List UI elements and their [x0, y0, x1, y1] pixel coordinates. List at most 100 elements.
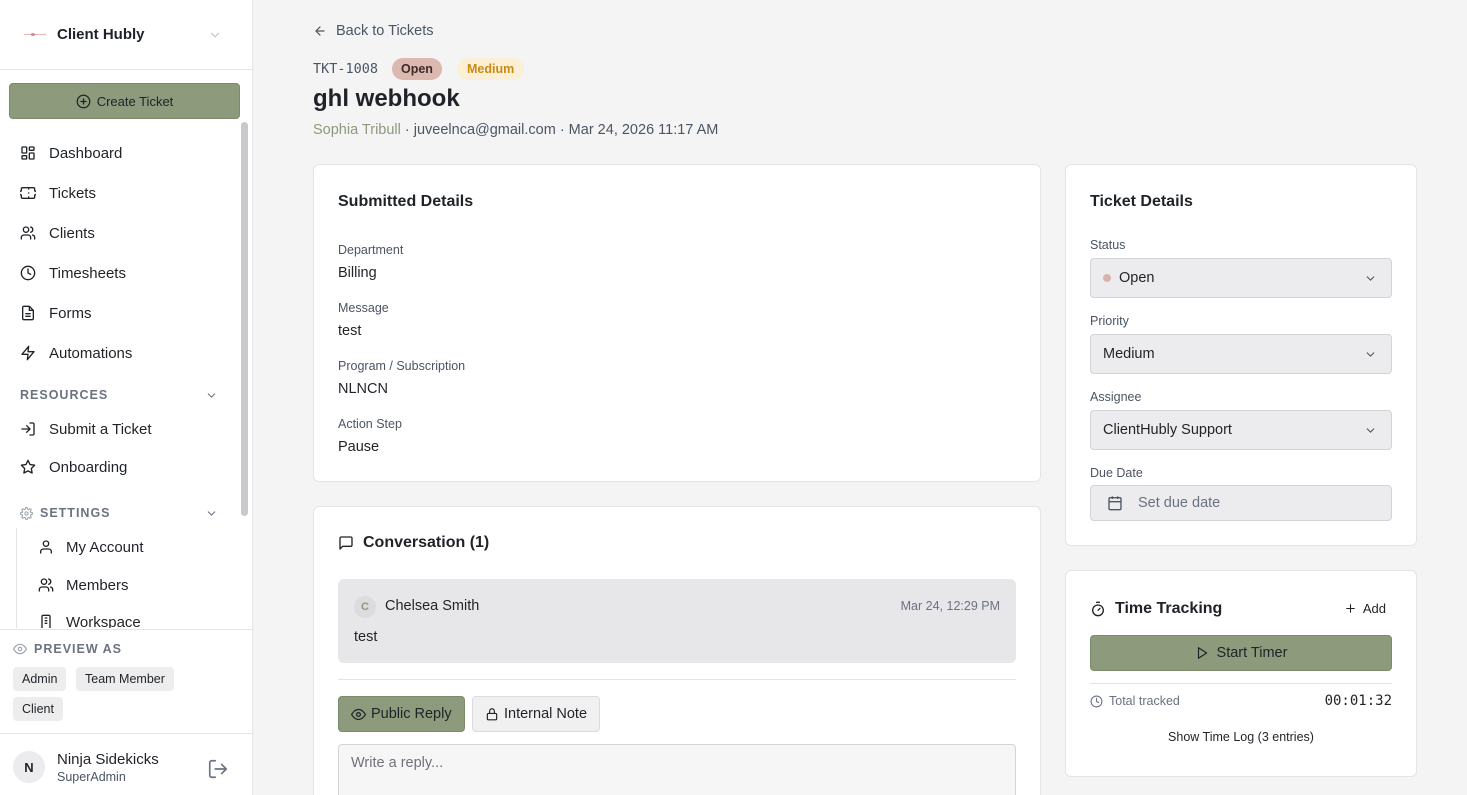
- tab-public-reply[interactable]: Public Reply: [338, 696, 465, 732]
- plus-circle-icon: [76, 94, 91, 108]
- due-date-picker[interactable]: Set due date: [1090, 485, 1392, 521]
- chevron-down-icon: [1366, 428, 1375, 433]
- sidebar-item-timesheets[interactable]: Timesheets: [10, 256, 232, 290]
- requester-name[interactable]: Sophia Tribull: [313, 122, 401, 138]
- conversation-message: C Chelsea Smith Mar 24, 12:29 PM test: [338, 579, 1016, 663]
- status-dot: [1103, 274, 1111, 282]
- preview-as-heading: PREVIEW AS: [13, 642, 122, 656]
- conversation-card: Conversation (1) C Chelsea Smith Mar 24,…: [313, 506, 1041, 795]
- time-tracking-card: Time Tracking Add Start Timer Total trac…: [1065, 570, 1417, 777]
- priority-badge: Medium: [457, 58, 525, 80]
- star-icon: [20, 459, 36, 474]
- priority-label: Priority: [1090, 314, 1129, 328]
- sidebar-item-automations[interactable]: Automations: [10, 336, 232, 370]
- sidebar-item-label: Submit a Ticket: [49, 420, 152, 438]
- message-square-icon: [339, 536, 353, 550]
- time-tracking-divider: [1090, 683, 1392, 684]
- message-value: test: [338, 323, 362, 339]
- sidebar: Client Hubly Create Ticket Dashboard Tic…: [0, 0, 253, 795]
- building-icon: [39, 614, 53, 628]
- avatar: C: [354, 596, 376, 618]
- back-to-tickets-label: Back to Tickets: [336, 23, 434, 39]
- assignee-select[interactable]: ClientHubly Support: [1090, 410, 1392, 450]
- gear-icon: [20, 506, 33, 520]
- sidebar-item-onboarding[interactable]: Onboarding: [10, 450, 232, 484]
- back-to-tickets-link[interactable]: Back to Tickets: [313, 23, 434, 39]
- action-step-value: Pause: [338, 439, 380, 455]
- chevron-down-icon: [210, 32, 220, 38]
- status-select[interactable]: Open: [1090, 258, 1392, 298]
- resources-section-label: RESOURCES: [20, 388, 109, 402]
- clock-icon: [20, 265, 36, 281]
- arrow-left-icon: [315, 26, 325, 36]
- settings-section-toggle[interactable]: SETTINGS: [20, 503, 218, 523]
- total-tracked-value: 00:01:32: [1324, 693, 1392, 709]
- department-label: Department: [338, 243, 404, 257]
- create-ticket-button[interactable]: Create Ticket: [9, 83, 240, 119]
- sidebar-item-label: My Account: [66, 538, 144, 556]
- sidebar-scrollbar[interactable]: [241, 122, 248, 516]
- clock-icon: [1090, 695, 1103, 707]
- preview-role-client[interactable]: Client: [13, 697, 63, 721]
- ticket-id: TKT-1008: [313, 61, 379, 77]
- start-timer-button[interactable]: Start Timer: [1090, 635, 1392, 671]
- message-timestamp: Mar 24, 12:29 PM: [900, 599, 1000, 613]
- preview-role-team-member[interactable]: Team Member: [76, 667, 174, 691]
- sidebar-item-clients[interactable]: Clients: [10, 216, 232, 250]
- ticket-details-card: Ticket Details Status Open Priority Medi…: [1065, 164, 1417, 546]
- priority-select[interactable]: Medium: [1090, 334, 1392, 374]
- start-timer-label: Start Timer: [1216, 645, 1288, 661]
- dashboard-icon: [21, 146, 35, 160]
- document-icon: [22, 305, 34, 321]
- show-time-log-button[interactable]: Show Time Log (3 entries): [1090, 730, 1392, 744]
- user-name: Ninja Sidekicks: [57, 751, 159, 768]
- status-label: Status: [1090, 238, 1126, 252]
- settings-tree-line: [16, 528, 17, 628]
- time-tracking-title: Time Tracking: [1090, 600, 1222, 618]
- conversation-title-text: Conversation (1): [363, 534, 490, 551]
- action-step-label: Action Step: [338, 417, 402, 431]
- sidebar-item-forms[interactable]: Forms: [10, 296, 232, 330]
- sidebar-item-label: Clients: [49, 224, 95, 242]
- users-icon: [20, 226, 36, 240]
- resources-section-toggle[interactable]: RESOURCES: [20, 385, 218, 405]
- ticket-details-title: Ticket Details: [1090, 193, 1193, 210]
- sidebar-item-label: Workspace: [66, 614, 141, 628]
- sidebar-item-workspace[interactable]: Workspace: [26, 607, 226, 628]
- chevron-down-icon: [1366, 276, 1375, 281]
- plus-icon: [1346, 604, 1355, 613]
- sidebar-item-tickets[interactable]: Tickets: [10, 176, 232, 210]
- submitted-details-card: Submitted Details Department Billing Mes…: [313, 164, 1041, 482]
- logout-icon[interactable]: [206, 758, 230, 780]
- login-icon: [21, 422, 35, 436]
- time-tracking-title-text: Time Tracking: [1115, 600, 1223, 617]
- program-value: NLNCN: [338, 381, 388, 397]
- total-tracked-text: Total tracked: [1109, 694, 1180, 708]
- total-tracked-label: Total tracked: [1090, 694, 1180, 708]
- timer-icon: [1092, 601, 1104, 617]
- preview-role-admin[interactable]: Admin: [13, 667, 67, 691]
- preview-as-panel: PREVIEW AS Admin Team Member Client: [0, 629, 252, 733]
- sidebar-item-my-account[interactable]: My Account: [26, 531, 226, 563]
- settings-section-label: SETTINGS: [40, 506, 111, 520]
- sidebar-item-label: Onboarding: [49, 458, 128, 476]
- message-author: Chelsea Smith: [385, 598, 480, 614]
- add-time-label: Add: [1362, 601, 1386, 616]
- program-label: Program / Subscription: [338, 359, 466, 373]
- workspace-switcher[interactable]: Client Hubly: [0, 0, 252, 70]
- conversation-title: Conversation (1): [338, 534, 489, 552]
- page-title: ghl webhook: [313, 85, 460, 112]
- assignee-value: ClientHubly Support: [1103, 422, 1232, 438]
- sidebar-item-label: Dashboard: [49, 144, 123, 162]
- priority-value: Medium: [1103, 346, 1155, 362]
- reply-input[interactable]: [338, 744, 1016, 795]
- avatar[interactable]: N: [13, 751, 45, 783]
- sidebar-item-members[interactable]: Members: [26, 569, 226, 601]
- sidebar-item-submit-ticket[interactable]: Submit a Ticket: [10, 412, 232, 446]
- add-time-button[interactable]: Add: [1344, 601, 1386, 616]
- due-date-label: Due Date: [1090, 466, 1143, 480]
- tab-internal-note[interactable]: Internal Note: [472, 696, 601, 732]
- sidebar-item-dashboard[interactable]: Dashboard: [10, 136, 232, 170]
- ticket-icon: [20, 187, 36, 199]
- calendar-icon: [1108, 496, 1122, 511]
